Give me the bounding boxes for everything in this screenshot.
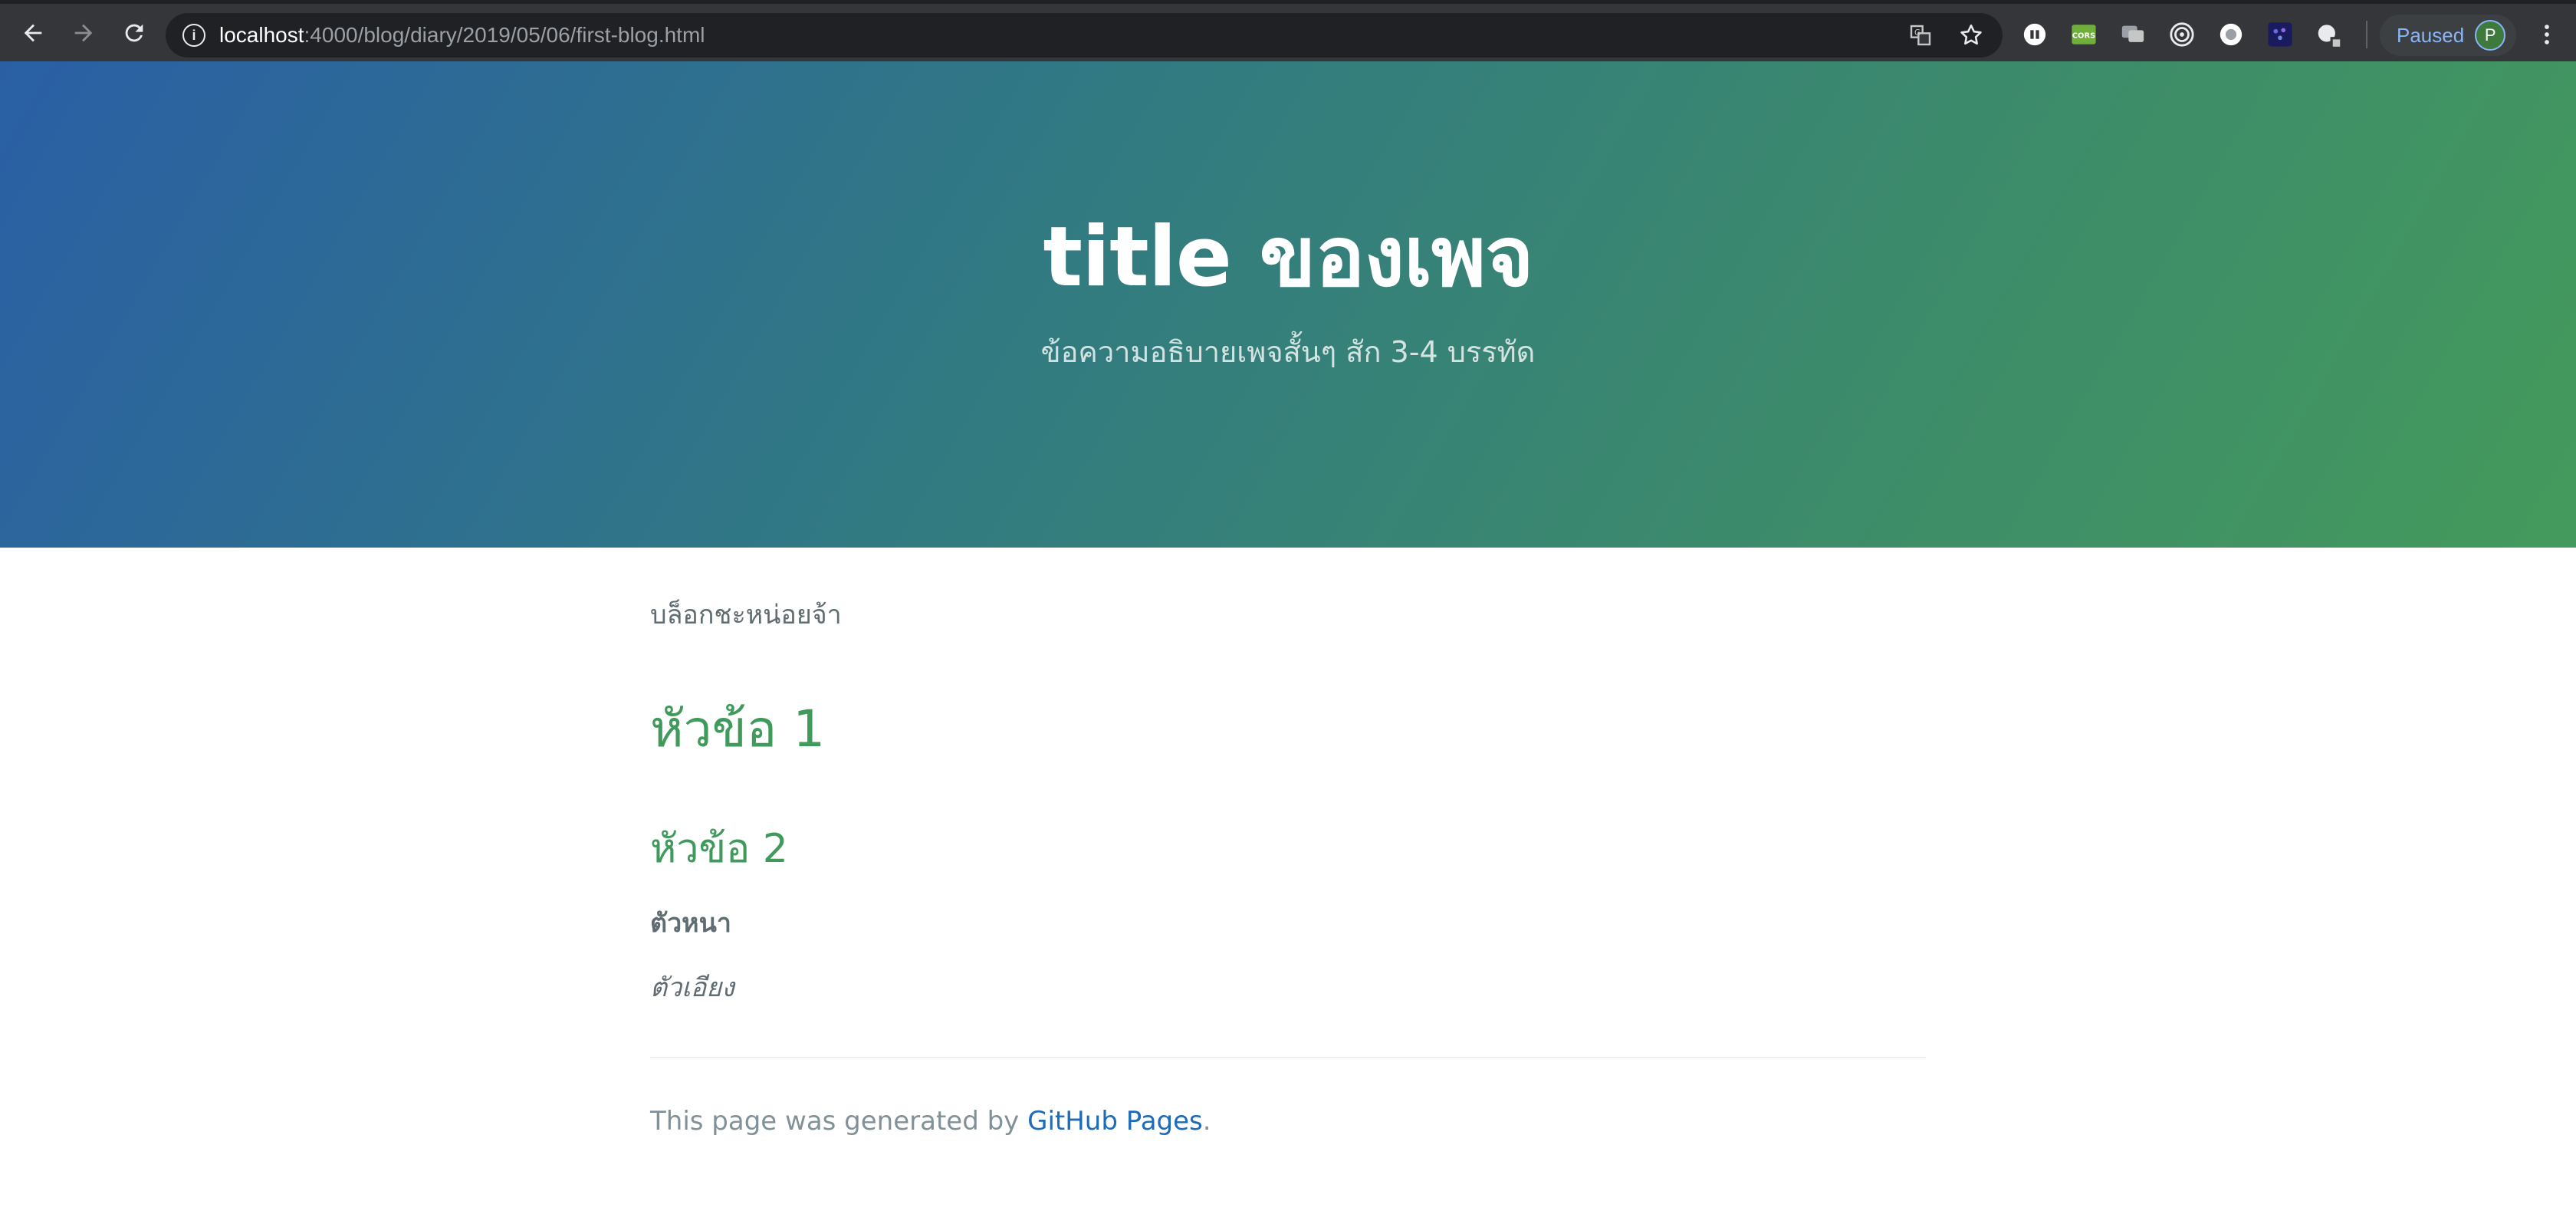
- bookmark-star-icon[interactable]: [1957, 21, 1986, 50]
- extensions-bar: CORS: [2019, 19, 2344, 50]
- circle-extension-icon[interactable]: [2216, 19, 2246, 50]
- arrow-left-icon: [24, 24, 42, 41]
- page-title: title ของเพจ: [1043, 209, 1534, 305]
- dots-extension-icon[interactable]: [2265, 19, 2295, 50]
- footer-divider: [650, 1057, 1926, 1058]
- footer-prefix: This page was generated by: [650, 1106, 1028, 1137]
- more-vert-icon: [2545, 25, 2549, 44]
- site-footer: This page was generated by GitHub Pages.: [650, 1106, 1211, 1137]
- forward-button[interactable]: [61, 11, 106, 55]
- browser-toolbar: i localhost:4000/blog/diary/2019/05/06/f…: [0, 0, 2576, 61]
- cors-extension-icon[interactable]: CORS: [2068, 19, 2099, 50]
- svg-text:CORS: CORS: [2072, 31, 2095, 40]
- profile-status: Paused: [2397, 23, 2465, 47]
- info-icon[interactable]: i: [182, 24, 205, 47]
- toolbar-divider: [2366, 21, 2367, 48]
- url-path: :4000/blog/diary/2019/05/06/first-blog.h…: [304, 23, 705, 47]
- translate-icon[interactable]: G: [1906, 21, 1935, 50]
- reload-icon: [125, 24, 143, 41]
- github-pages-link[interactable]: GitHub Pages: [1027, 1106, 1203, 1137]
- chat-extension-icon[interactable]: [2118, 19, 2148, 50]
- footer-suffix: .: [1202, 1106, 1211, 1137]
- heading-2: หัวข้อ 2: [650, 826, 788, 872]
- arrow-right-icon: [74, 24, 93, 41]
- heading-1: หัวข้อ 1: [650, 699, 826, 758]
- extension-icon-1[interactable]: [2019, 19, 2050, 50]
- target-extension-icon[interactable]: [2167, 19, 2197, 50]
- profile-button[interactable]: Paused P: [2380, 15, 2516, 56]
- italic-paragraph: ตัวเอียง: [650, 972, 734, 1003]
- avatar: P: [2475, 20, 2506, 51]
- browser-menu-button[interactable]: [2532, 19, 2562, 50]
- back-button[interactable]: [11, 11, 55, 55]
- address-bar[interactable]: i localhost:4000/blog/diary/2019/05/06/f…: [166, 13, 2003, 58]
- page-header: title ของเพจ ข้อความอธิบายเพจสั้นๆ สัก 3…: [0, 61, 2576, 548]
- page-tagline: ข้อความอธิบายเพจสั้นๆ สัก 3-4 บรรทัด: [1040, 335, 1536, 369]
- bold-paragraph: ตัวหนา: [650, 908, 731, 939]
- svg-text:G: G: [1914, 28, 1921, 38]
- url-host: localhost: [219, 23, 304, 47]
- url-text[interactable]: localhost:4000/blog/diary/2019/05/06/fir…: [219, 23, 705, 48]
- intro-paragraph: บล็อกชะหน่อยจ้า: [650, 600, 842, 630]
- reload-button[interactable]: [112, 11, 156, 55]
- cloud-extension-icon[interactable]: [2314, 19, 2344, 50]
